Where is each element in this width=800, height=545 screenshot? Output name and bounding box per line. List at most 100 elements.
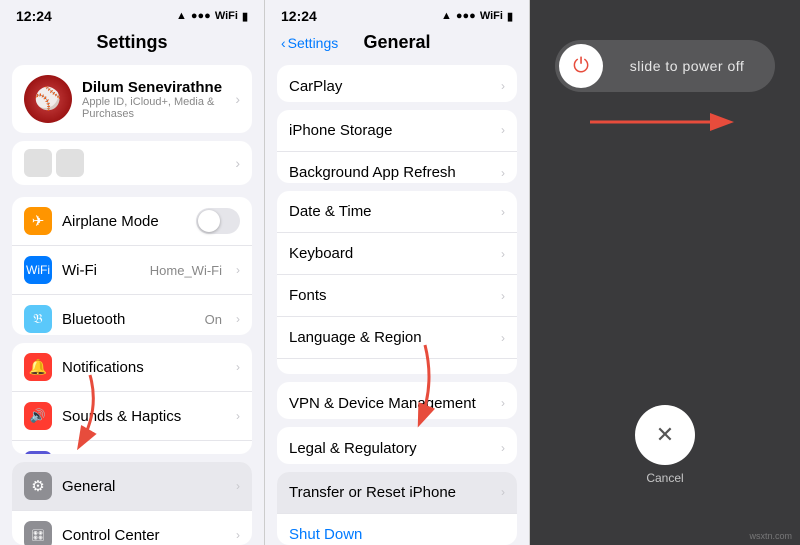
location-icon-2: ▲	[441, 10, 452, 22]
legal-label: Legal & Regulatory	[289, 440, 501, 457]
language-label: Language & Region	[289, 329, 501, 346]
datetime-group: Date & Time Keyboard Fonts Language & Re…	[277, 191, 517, 374]
wifi-row[interactable]: WiFi Wi-Fi Home_Wi-Fi	[12, 246, 252, 295]
notifications-group: 🔔 Notifications 🔊 Sounds & Haptics 🌙 Foc…	[12, 343, 252, 454]
bluetooth-arrow	[236, 312, 240, 326]
settings-title: Settings	[0, 28, 264, 61]
sounds-icon: 🔊	[24, 402, 52, 430]
airplane-mode-row[interactable]: ✈ Airplane Mode	[12, 197, 252, 246]
status-icons-2: ▲ ●●● WiFi ▮	[441, 10, 513, 23]
connectivity-group: ✈ Airplane Mode WiFi Wi-Fi Home_Wi-Fi 𝔅 …	[12, 197, 252, 335]
wifi-icon-2: WiFi	[480, 10, 503, 22]
wifi-setting-icon: WiFi	[24, 256, 52, 284]
general-label: General	[62, 478, 222, 495]
legal-row[interactable]: Legal & Regulatory	[277, 427, 517, 464]
language-row[interactable]: Language & Region	[277, 317, 517, 359]
arrow-hint-container	[580, 102, 740, 147]
wifi-arrow	[236, 263, 240, 277]
carplay-row[interactable]: CarPlay	[277, 65, 517, 102]
shutdown-label: Shut Down	[289, 526, 362, 543]
cancel-text: Cancel	[646, 471, 683, 485]
back-label: Settings	[288, 35, 339, 51]
airplane-toggle[interactable]	[196, 208, 240, 234]
keyboard-row[interactable]: Keyboard	[277, 233, 517, 275]
vpn-row[interactable]: VPN & Device Management	[277, 382, 517, 419]
legal-group: Legal & Regulatory	[277, 427, 517, 464]
profile-name: Dilum Senevirathne	[82, 79, 225, 96]
power-panel: ⏻ slide to power off ✕ Cancel wsxtn.com	[530, 0, 800, 545]
cancel-button[interactable]: ✕	[635, 405, 695, 465]
avatar: ⚾	[24, 75, 72, 123]
notifications-arrow	[236, 360, 240, 374]
right-arrow-svg	[580, 102, 740, 142]
fonts-arrow	[501, 289, 505, 303]
general-row[interactable]: ⚙ General	[12, 462, 252, 511]
transfer-label: Transfer or Reset iPhone	[289, 484, 501, 501]
language-arrow	[501, 331, 505, 345]
carplay-arrow	[501, 79, 505, 93]
settings-panel: 12:24 ▲ ●●● WiFi ▮ Settings ⚾ Dilum Sene…	[0, 0, 265, 545]
signal-icon: ●●●	[191, 10, 211, 22]
dictionary-label: Dictionary	[289, 372, 501, 375]
notifications-row[interactable]: 🔔 Notifications	[12, 343, 252, 392]
storage-group: iPhone Storage Background App Refresh	[277, 110, 517, 183]
dot-1	[24, 149, 52, 177]
wifi-label: Wi-Fi	[62, 262, 140, 279]
profile-sub: Apple ID, iCloud+, Media & Purchases	[82, 96, 225, 120]
bg-refresh-row[interactable]: Background App Refresh	[277, 152, 517, 183]
wifi-value: Home_Wi-Fi	[150, 263, 222, 278]
back-button[interactable]: ‹ Settings	[281, 35, 338, 51]
datetime-label: Date & Time	[289, 203, 501, 220]
slide-to-power-off-label: slide to power off	[603, 58, 771, 74]
signal-icon-2: ●●●	[456, 10, 476, 22]
icloud-row[interactable]	[12, 141, 252, 185]
focus-icon: 🌙	[24, 451, 52, 454]
power-slider-track[interactable]: ⏻ slide to power off	[555, 40, 775, 92]
dictionary-row[interactable]: Dictionary	[277, 359, 517, 374]
status-bar-2: 12:24 ▲ ●●● WiFi ▮	[265, 0, 529, 28]
bluetooth-value: On	[205, 312, 222, 327]
airplane-icon: ✈	[24, 207, 52, 235]
bluetooth-label: Bluetooth	[62, 311, 195, 328]
transfer-group: Transfer or Reset iPhone Shut Down	[277, 472, 517, 545]
dot-2	[56, 149, 84, 177]
airplane-label: Airplane Mode	[62, 213, 186, 230]
dictionary-arrow	[501, 373, 505, 374]
sounds-arrow	[236, 409, 240, 423]
transfer-row[interactable]: Transfer or Reset iPhone	[277, 472, 517, 514]
power-thumb: ⏻	[559, 44, 603, 88]
sounds-row[interactable]: 🔊 Sounds & Haptics	[12, 392, 252, 441]
sounds-label: Sounds & Haptics	[62, 408, 222, 425]
notifications-label: Notifications	[62, 359, 222, 376]
legal-arrow	[501, 441, 505, 455]
general-panel: 12:24 ▲ ●●● WiFi ▮ ‹ Settings General Ca…	[265, 0, 530, 545]
general-icon: ⚙	[24, 472, 52, 500]
fonts-label: Fonts	[289, 287, 501, 304]
fonts-row[interactable]: Fonts	[277, 275, 517, 317]
watermark: wsxtn.com	[749, 531, 792, 541]
vpn-group: VPN & Device Management	[277, 382, 517, 419]
carplay-group: CarPlay	[277, 65, 517, 102]
datetime-row[interactable]: Date & Time	[277, 191, 517, 233]
location-icon: ▲	[176, 10, 187, 22]
bg-refresh-arrow	[501, 166, 505, 180]
icloud-arrow	[235, 155, 240, 171]
control-center-arrow	[236, 528, 240, 542]
general-nav-title: General	[363, 32, 430, 53]
bluetooth-row[interactable]: 𝔅 Bluetooth On	[12, 295, 252, 335]
profile-arrow	[235, 91, 240, 107]
control-center-row[interactable]: 🎛 Control Center	[12, 511, 252, 545]
control-center-icon: 🎛	[24, 521, 52, 545]
cancel-x-icon: ✕	[656, 422, 674, 448]
battery-icon-2: ▮	[507, 10, 513, 23]
profile-row[interactable]: ⚾ Dilum Senevirathne Apple ID, iCloud+, …	[12, 65, 252, 133]
iphone-storage-row[interactable]: iPhone Storage	[277, 110, 517, 152]
time-2: 12:24	[281, 8, 317, 24]
shutdown-row[interactable]: Shut Down	[277, 514, 517, 545]
keyboard-label: Keyboard	[289, 245, 501, 262]
iphone-storage-arrow	[501, 123, 505, 137]
focus-row[interactable]: 🌙 Focus	[12, 441, 252, 454]
bg-refresh-label: Background App Refresh	[289, 164, 501, 181]
transfer-arrow	[501, 485, 505, 499]
power-icon: ⏻	[573, 55, 589, 78]
